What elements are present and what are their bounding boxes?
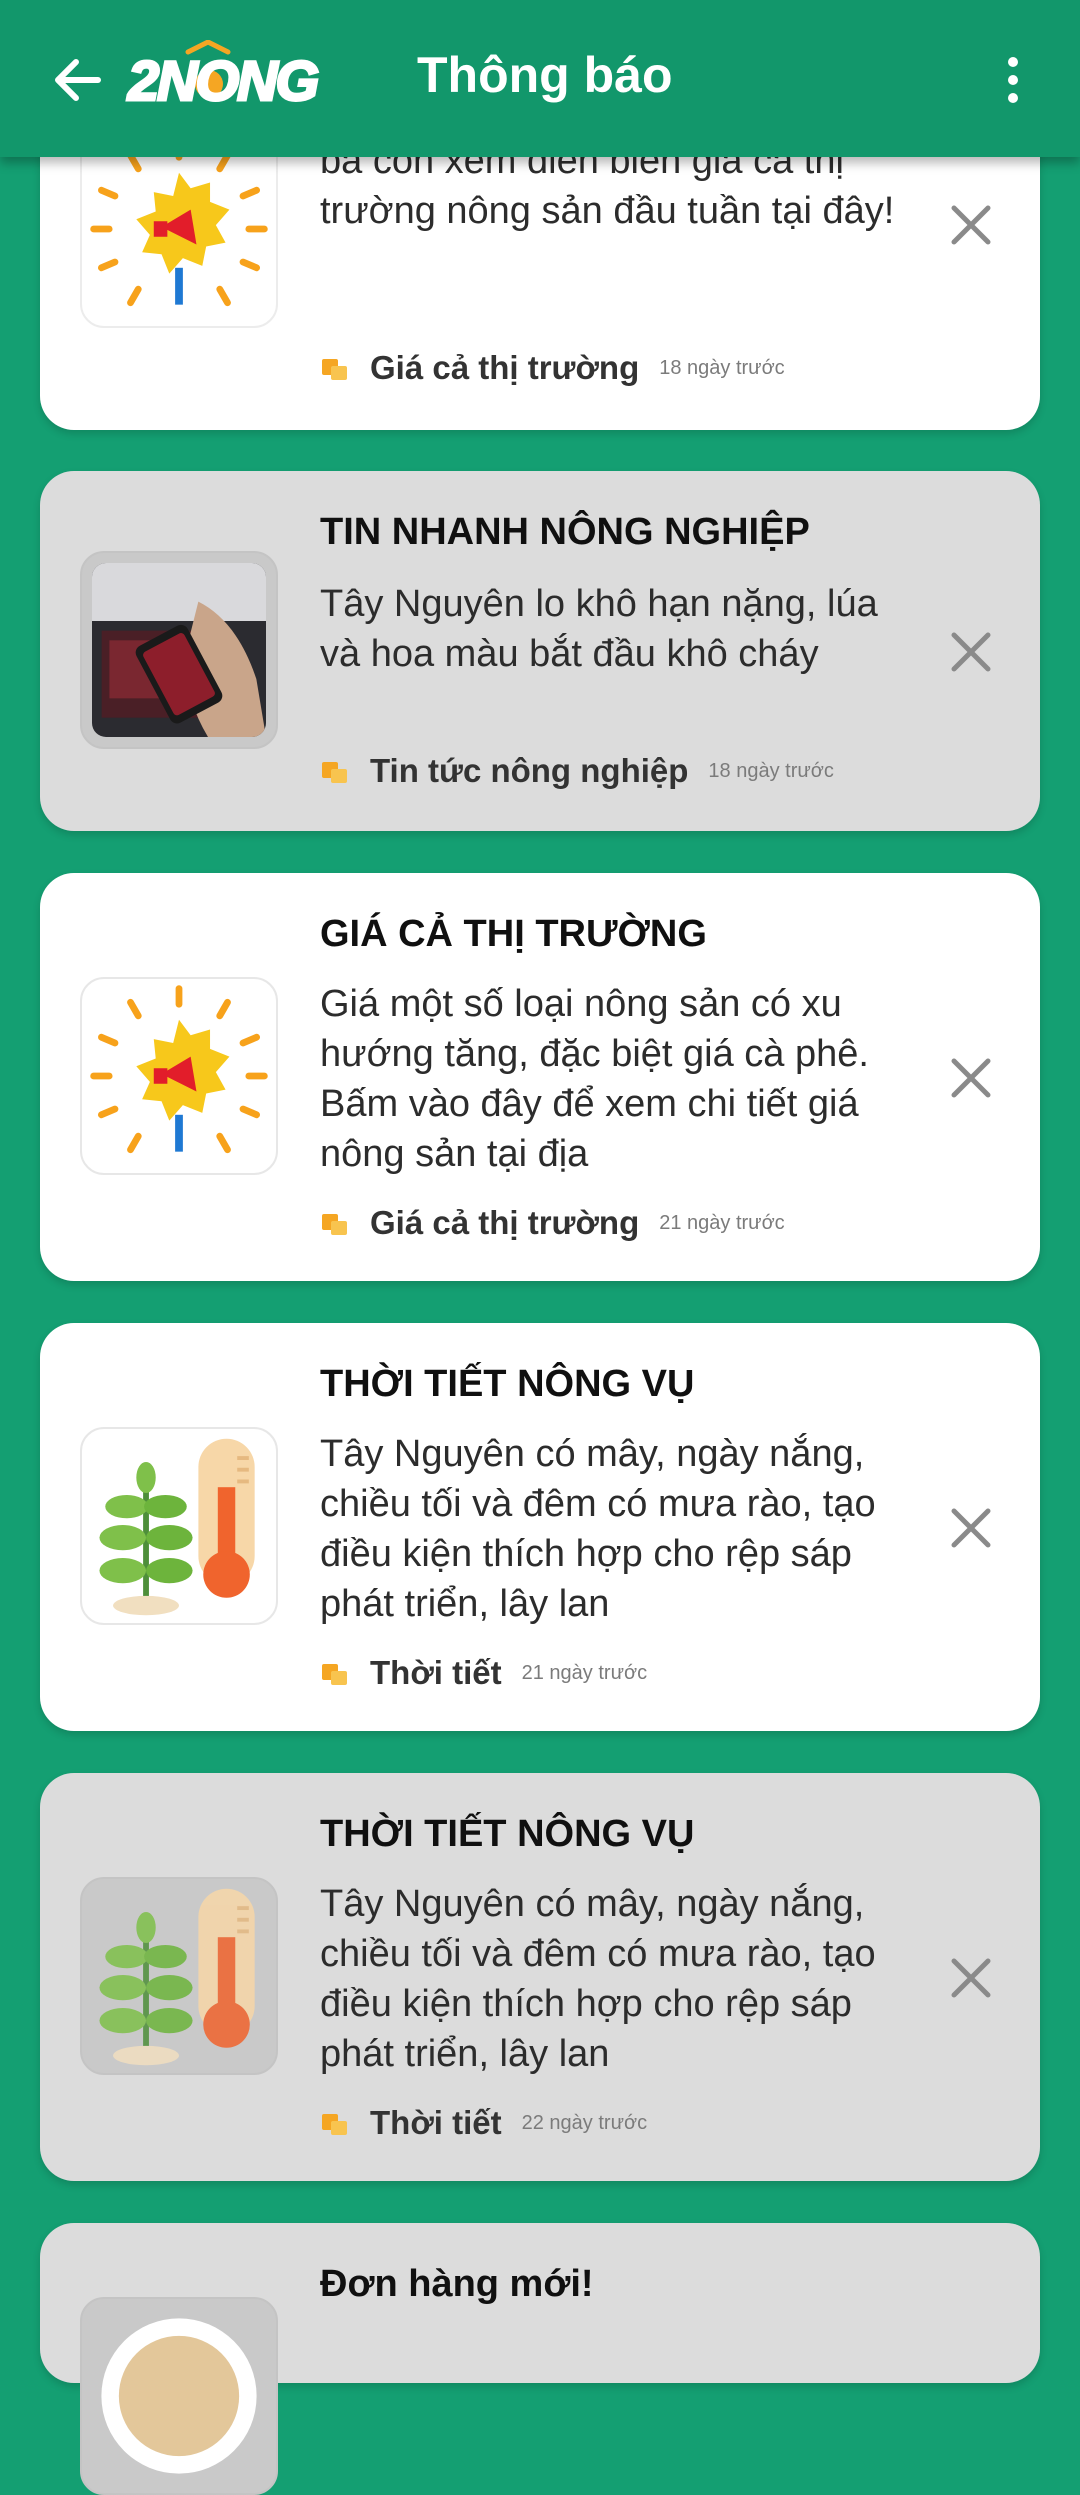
notification-card[interactable]: Đơn hàng mới! <box>40 2223 1040 2495</box>
notification-category: Thời tiết <box>370 1654 502 1691</box>
weather-plant-icon <box>80 1427 278 1625</box>
notification-body: Tây Nguyên có mây, ngày nắng, chiều tối … <box>320 1433 876 1625</box>
weather-plant-icon <box>80 1877 278 2075</box>
category-icon <box>322 1664 347 1685</box>
notification-body: Giá một số loại nông sản có xu hướng tăn… <box>320 983 869 1175</box>
close-icon[interactable] <box>946 1953 996 2003</box>
category-icon <box>322 762 347 783</box>
notification-body: Tây Nguyên lo khô hạn nặng, lúa và hoa m… <box>320 583 878 675</box>
news-photo <box>80 551 278 749</box>
back-arrow-icon[interactable] <box>46 48 110 112</box>
notification-time: 18 ngày trước <box>659 356 785 379</box>
notification-time: 21 ngày trước <box>659 1211 785 1234</box>
notification-card[interactable]: GIÁ CẢ THỊ TRƯỜNG Giá một số loại nông s… <box>40 873 1040 1281</box>
notification-category: Thời tiết <box>370 2104 502 2141</box>
notification-card[interactable]: Giá lúa hôm nay sụt nhẹ, mời quý bà con … <box>40 90 1040 430</box>
notification-category: Giá cả thị trường <box>370 349 640 386</box>
category-icon <box>322 359 347 380</box>
notification-title: TIN NHANH NÔNG NGHIỆP <box>320 511 810 553</box>
page-title: Thông báo <box>417 47 673 103</box>
notification-title: THỜI TIẾT NÔNG VỤ <box>320 1813 695 1855</box>
notification-category: Giá cả thị trường <box>370 1204 640 1241</box>
category-icon <box>322 1214 347 1235</box>
notification-title: THỜI TIẾT NÔNG VỤ <box>320 1363 695 1405</box>
notification-time: 22 ngày trước <box>521 2111 648 2134</box>
category-icon <box>322 2114 347 2135</box>
app-bar: 2NONG Thông báo <box>0 0 1080 157</box>
notification-card[interactable]: THỜI TIẾT NÔNG VỤ Tây Nguyên có mây, ngà… <box>40 1323 1040 1731</box>
notification-card[interactable]: TIN NHANH NÔNG NGHIỆP Tây Nguyên lo khô … <box>40 471 1040 831</box>
notification-time: 18 ngày trước <box>708 759 834 782</box>
order-icon <box>80 2297 278 2495</box>
close-icon[interactable] <box>946 627 996 677</box>
more-vert-icon[interactable] <box>996 52 1030 108</box>
notification-title: GIÁ CẢ THỊ TRƯỜNG <box>320 913 707 955</box>
notification-body: Tây Nguyên có mây, ngày nắng, chiều tối … <box>320 1883 876 2075</box>
notification-category: Tin tức nông nghiệp <box>370 752 689 789</box>
close-icon[interactable] <box>946 200 996 250</box>
notification-card[interactable]: THỜI TIẾT NÔNG VỤ Tây Nguyên có mây, ngà… <box>40 1773 1040 2181</box>
app-logo: 2NONG <box>126 40 321 114</box>
notification-time: 21 ngày trước <box>521 1661 648 1684</box>
notification-list[interactable]: Giá lúa hôm nay sụt nhẹ, mời quý bà con … <box>0 0 1080 2495</box>
close-icon[interactable] <box>946 1053 996 1103</box>
logo-text: 2NONG <box>126 48 320 114</box>
market-price-icon <box>80 977 278 1175</box>
notification-title: Đơn hàng mới! <box>320 2263 594 2305</box>
close-icon[interactable] <box>946 1503 996 1553</box>
market-price-icon <box>80 130 278 328</box>
